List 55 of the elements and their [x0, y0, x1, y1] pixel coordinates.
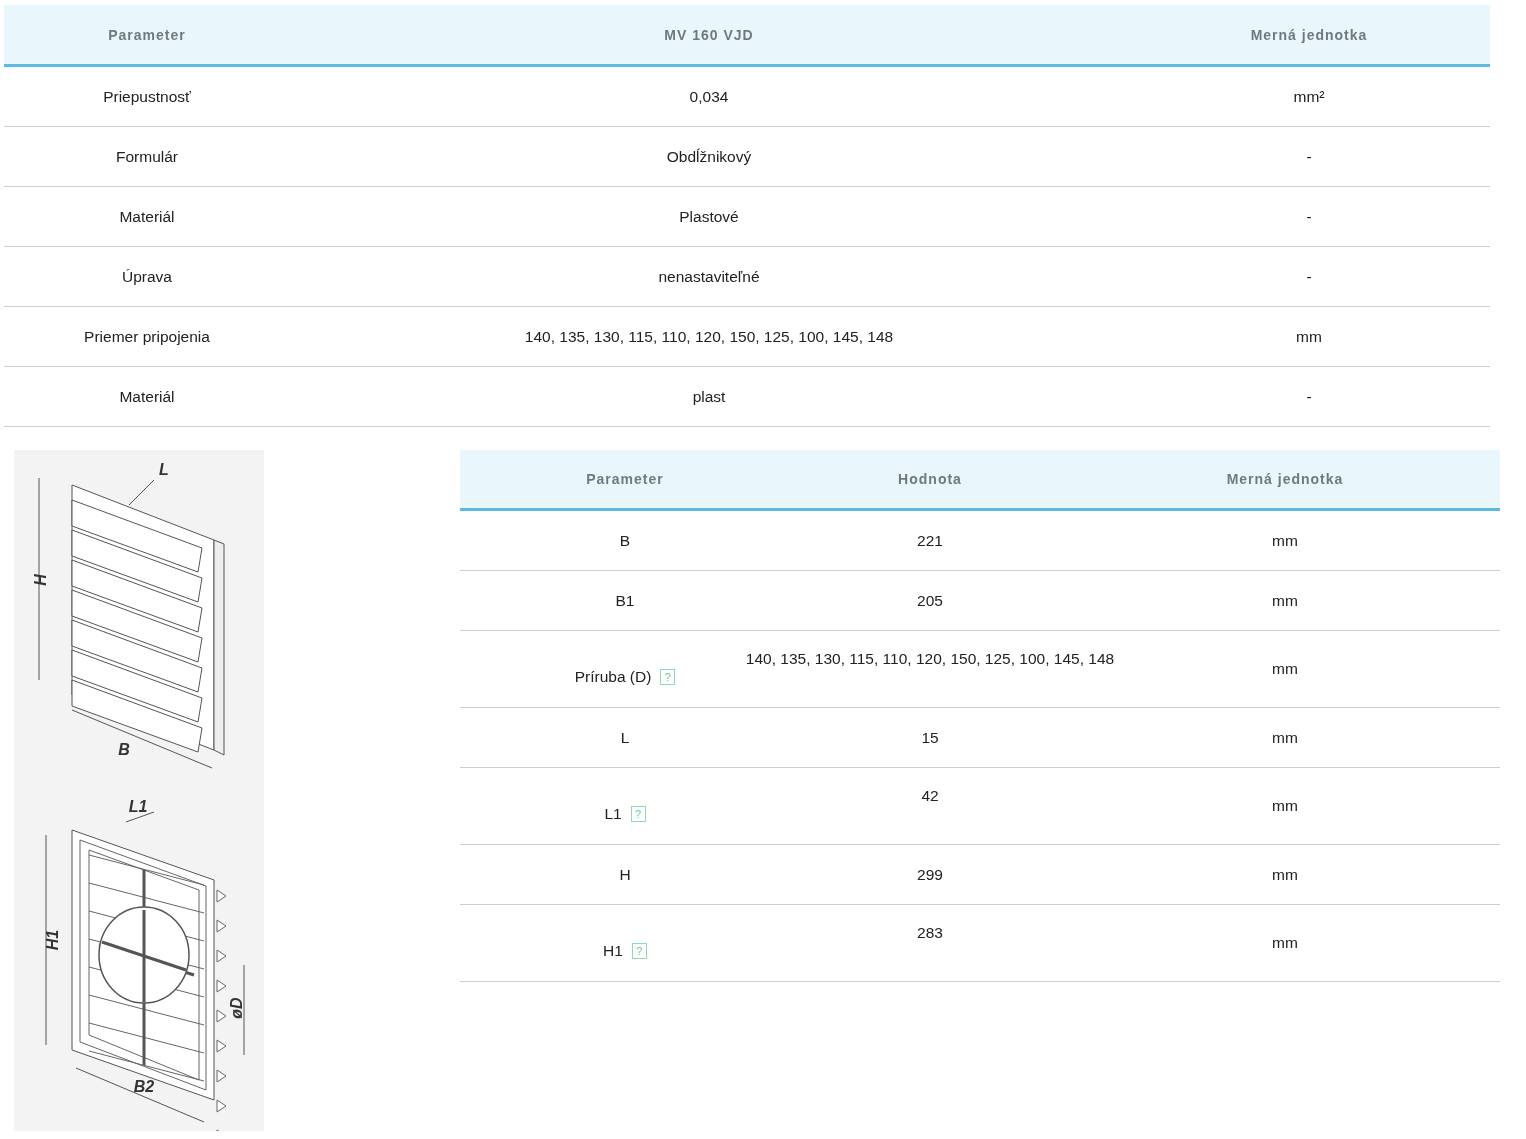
table-cell: 221: [917, 531, 943, 550]
table-cell: plast: [692, 387, 726, 406]
dimension-label: H1: [44, 929, 61, 951]
column-header: Hodnota: [897, 471, 963, 487]
table-cell: -: [1306, 387, 1312, 406]
dimension-label: øD: [228, 997, 245, 1019]
table-cell: mm: [1272, 591, 1298, 610]
table-cell: mm²: [1293, 87, 1325, 106]
table-cell: 140, 135, 130, 115, 110, 120, 150, 125, 100, 145, 148: [745, 650, 1115, 668]
table-cell: mm: [1272, 797, 1298, 815]
table-cell: Materiál: [119, 207, 175, 226]
help-icon[interactable]: ?: [631, 943, 647, 959]
table-cell: 283: [917, 924, 943, 942]
column-header: Parameter: [107, 26, 187, 43]
column-header: Merná jednotka: [1225, 471, 1345, 487]
column-header: Merná jednotka: [1249, 26, 1369, 43]
table-cell: mm: [1296, 327, 1322, 346]
table-cell: mm: [1272, 660, 1298, 678]
column-header: MV 160 VJD: [663, 26, 755, 43]
table-cell: 299: [917, 865, 943, 884]
table-cell: 0,034: [689, 87, 729, 106]
table-cell: Príruba (D): [574, 668, 652, 686]
table-cell: B: [619, 531, 631, 550]
table-cell: H1: [603, 942, 623, 960]
table-cell: Materiál: [119, 387, 175, 406]
table-cell: -: [1306, 147, 1312, 166]
help-icon[interactable]: ?: [630, 806, 646, 822]
table-cell: Obdĺžnikový: [666, 147, 752, 166]
table-cell: -: [1306, 207, 1312, 226]
table-cell: mm: [1272, 531, 1298, 550]
table-cell: nenastaviteľné: [658, 267, 760, 286]
table-cell: B1: [615, 591, 635, 610]
table-cell: 205: [917, 591, 943, 610]
table-cell: 140, 135, 130, 115, 110, 120, 150, 125, 100, 145, 148: [524, 327, 894, 346]
table-cell: H: [619, 865, 631, 884]
column-header: Parameter: [585, 471, 665, 487]
table-cell: -: [1306, 267, 1312, 286]
table-cell: Priemer pripojenia: [84, 327, 210, 346]
dimension-label: B2: [133, 1078, 155, 1095]
table-cell: L1: [604, 805, 622, 823]
dimension-label: L1: [128, 798, 148, 815]
table-cell: Úprava: [122, 267, 172, 286]
table-cell: mm: [1272, 728, 1298, 747]
dimension-label: L: [159, 461, 169, 478]
table-cell: 42: [921, 787, 939, 805]
table-cell: Plastové: [679, 207, 739, 226]
table-cell: mm: [1272, 934, 1298, 952]
table-cell: Formulár: [116, 147, 178, 166]
dimension-label: B: [118, 741, 130, 758]
table-cell: mm: [1272, 865, 1298, 884]
table-cell: Priepustnosť: [103, 87, 191, 106]
table-cell: 15: [921, 728, 939, 747]
dimension-label: H: [32, 574, 49, 586]
table-cell: L: [620, 728, 630, 747]
help-icon[interactable]: ?: [660, 669, 676, 685]
